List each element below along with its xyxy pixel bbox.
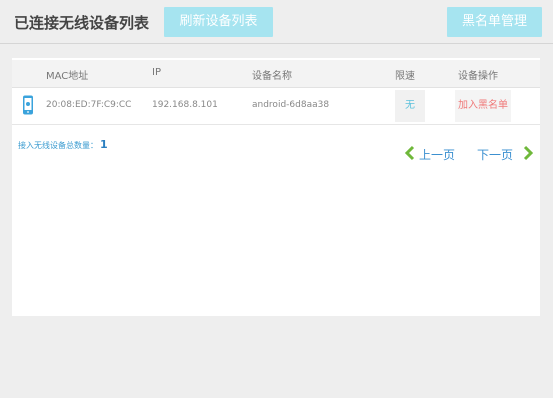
device-list-panel: MAC地址 IP 设备名称 限速 设备操作 20:08:ED:7F:C9:CC … — [12, 58, 540, 316]
column-header-mac: MAC地址 — [46, 71, 89, 82]
blacklist-management-button[interactable]: 黑名单管理 — [447, 7, 542, 37]
table-row: 20:08:ED:7F:C9:CC 192.168.8.101 android-… — [12, 88, 540, 125]
speed-limit-button[interactable]: 无 — [395, 90, 425, 122]
column-header-ip: IP — [152, 67, 161, 78]
table-header: MAC地址 IP 设备名称 限速 设备操作 — [12, 60, 540, 88]
next-page-link[interactable]: 下一页 — [477, 146, 513, 163]
page-title: 已连接无线设备列表 — [14, 14, 150, 32]
prev-page-link[interactable]: 上一页 — [419, 146, 455, 163]
add-to-blacklist-button[interactable]: 加入黑名单 — [455, 90, 511, 122]
device-name: android-6d8aa38 — [252, 100, 330, 110]
device-count-label: 接入无线设备总数量： — [18, 141, 98, 150]
device-count-value: 1 — [100, 138, 108, 151]
chevron-right-icon[interactable] — [522, 145, 534, 161]
device-ip: 192.168.8.101 — [152, 100, 218, 110]
phone-icon — [23, 95, 33, 115]
header-divider — [0, 43, 553, 44]
chevron-left-icon[interactable] — [404, 145, 416, 161]
column-header-speed-limit: 限速 — [395, 71, 415, 82]
column-header-device-name: 设备名称 — [252, 71, 292, 82]
device-mac: 20:08:ED:7F:C9:CC — [46, 100, 132, 110]
column-header-device-action: 设备操作 — [458, 71, 498, 82]
refresh-device-list-button[interactable]: 刷新设备列表 — [164, 7, 273, 37]
device-count: 接入无线设备总数量： 1 — [18, 138, 108, 151]
